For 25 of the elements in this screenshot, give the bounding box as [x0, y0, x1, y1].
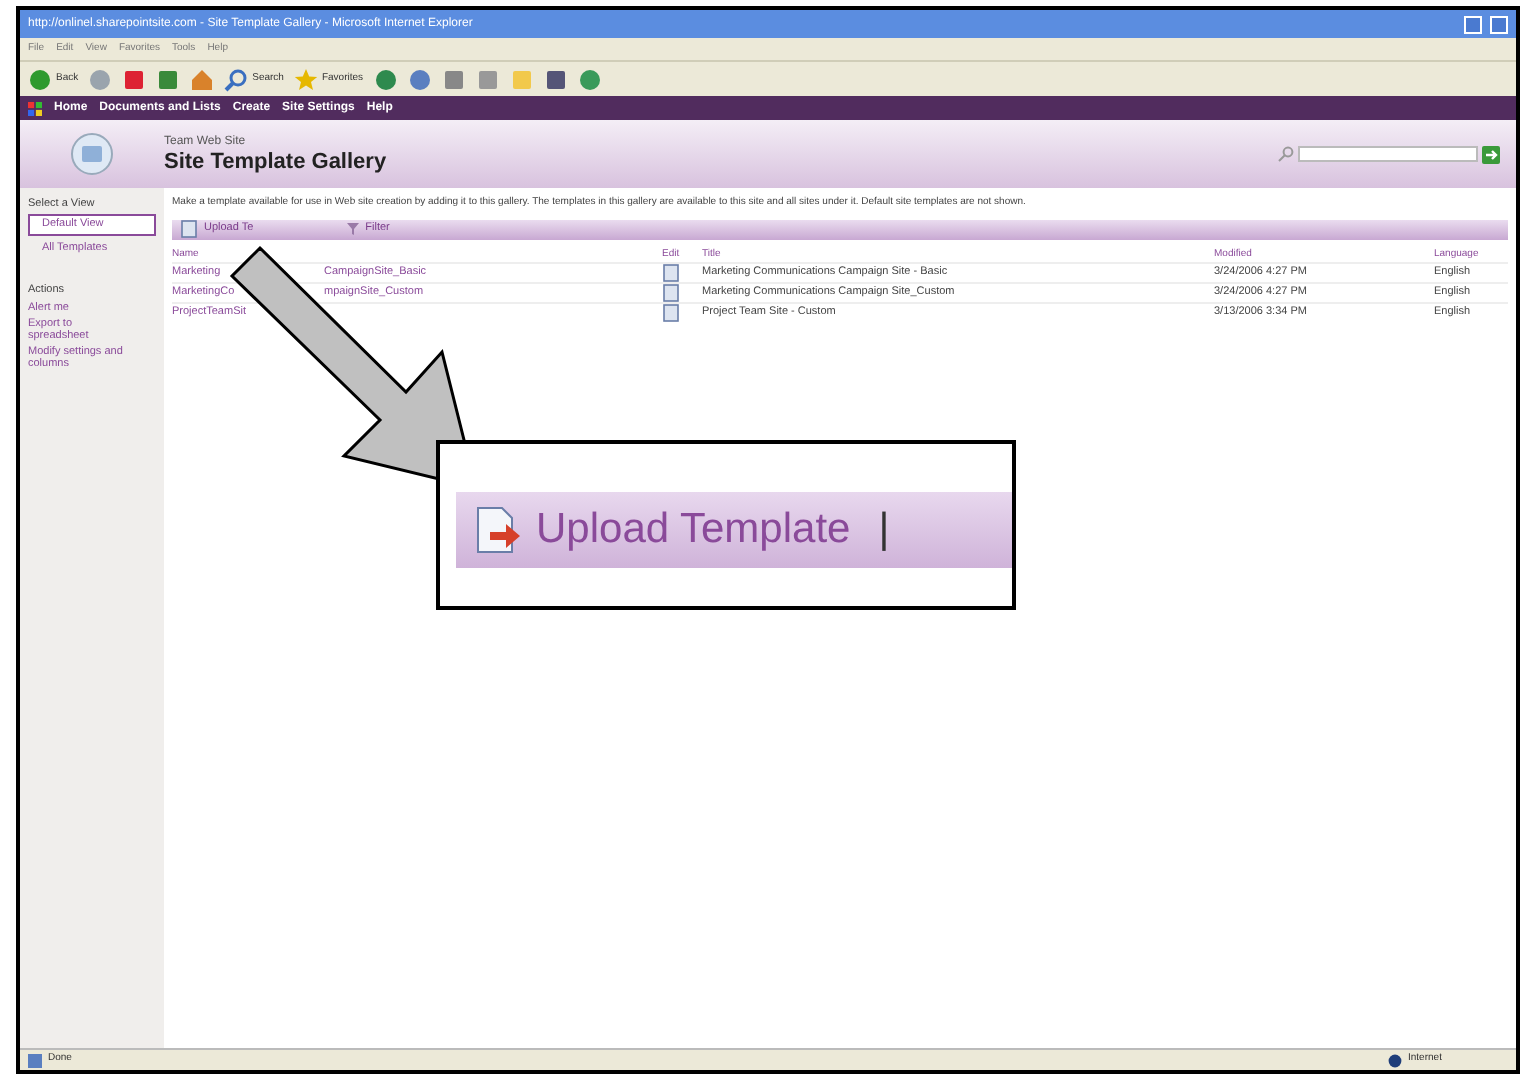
upload-document-icon — [472, 506, 524, 554]
circle-icon[interactable] — [28, 67, 52, 91]
page-title: Site Template Gallery — [164, 152, 389, 174]
windows-logo-icon — [28, 101, 42, 115]
house-icon[interactable] — [190, 67, 215, 91]
circle-icon[interactable] — [407, 67, 432, 91]
go-arrow-icon[interactable] — [1482, 145, 1500, 163]
circle-icon[interactable] — [373, 67, 398, 91]
star-icon[interactable] — [293, 67, 318, 91]
site-logo-icon — [70, 132, 114, 176]
document-icon[interactable] — [180, 220, 198, 238]
square-icon[interactable] — [122, 67, 147, 91]
separator-text: | — [878, 504, 890, 557]
funnel-icon[interactable] — [345, 222, 360, 236]
square-icon[interactable] — [156, 67, 181, 91]
square-icon[interactable] — [441, 67, 466, 91]
search-icon[interactable] — [224, 67, 249, 91]
circle-icon[interactable] — [88, 67, 113, 91]
page-icon — [28, 1053, 42, 1067]
search-icon — [1278, 146, 1294, 162]
search-field[interactable] — [1298, 146, 1478, 162]
square-icon[interactable] — [543, 67, 568, 91]
globe-icon — [1388, 1053, 1402, 1067]
circle-icon[interactable] — [577, 67, 602, 91]
upload-template-link[interactable]: Upload Template — [536, 498, 851, 562]
